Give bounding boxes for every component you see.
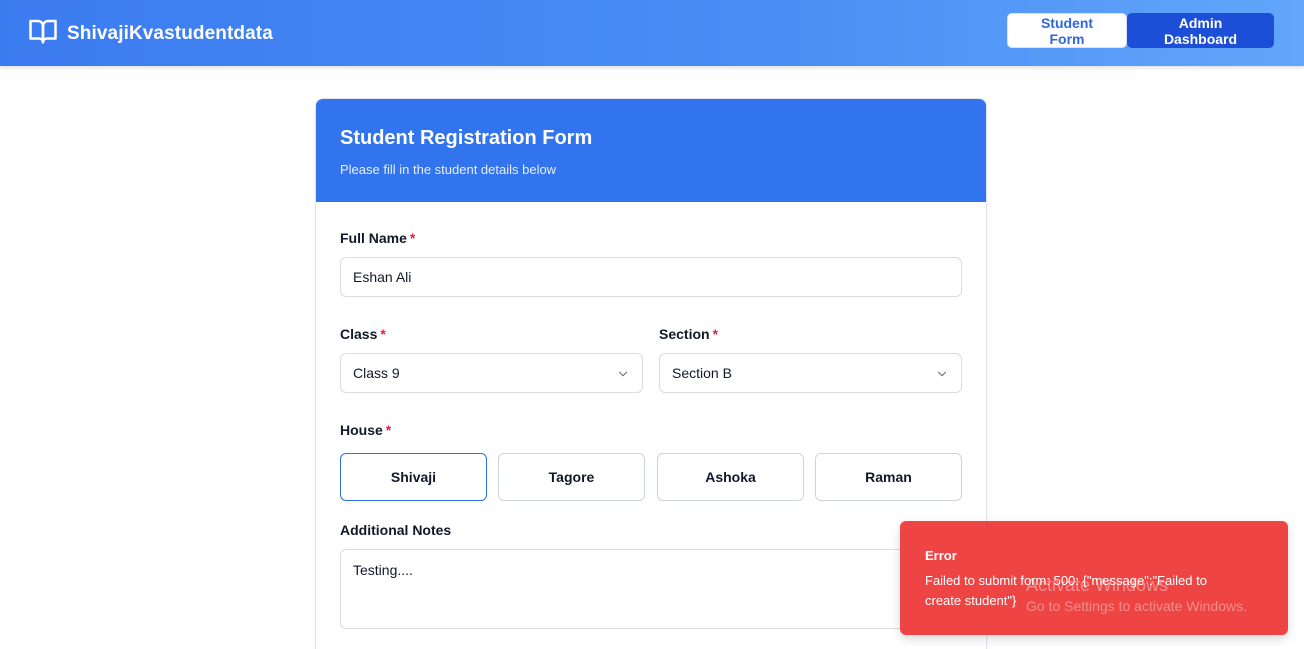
notes-value: Testing....	[353, 562, 413, 578]
section-select[interactable]: Section B	[659, 353, 962, 393]
section-label-text: Section	[659, 326, 710, 342]
house-option-tagore[interactable]: Tagore	[498, 453, 645, 501]
house-label-text: House	[340, 422, 383, 438]
class-value: Class 9	[353, 365, 400, 381]
activate-windows-subtitle: Go to Settings to activate Windows.	[1026, 598, 1247, 614]
open-book-icon	[28, 16, 58, 51]
chevron-down-icon	[618, 371, 628, 377]
class-label: Class *	[340, 326, 386, 342]
class-select[interactable]: Class 9	[340, 353, 643, 393]
class-label-text: Class	[340, 326, 378, 342]
form-subtitle: Please fill in the student details below	[340, 162, 557, 177]
full-name-value: Eshan Ali	[353, 269, 412, 285]
section-label: Section *	[659, 326, 718, 342]
brand[interactable]: ShivajiKvastudentdata	[28, 16, 273, 51]
student-form-button[interactable]: Student Form	[1007, 13, 1127, 48]
form-title: Student Registration Form	[340, 127, 593, 149]
brand-name: ShivajiKvastudentdata	[67, 22, 273, 44]
admin-dashboard-button[interactable]: Admin Dashboard	[1127, 13, 1274, 48]
required-marker: *	[380, 326, 386, 342]
notes-label: Additional Notes	[340, 522, 452, 538]
section-value: Section B	[672, 365, 732, 381]
required-marker: *	[385, 422, 392, 438]
notes-textarea[interactable]: Testing....	[340, 549, 962, 629]
house-option-shivaji[interactable]: Shivaji	[340, 453, 487, 501]
required-marker: *	[712, 326, 719, 342]
house-label: House *	[340, 422, 391, 438]
full-name-label: Full Name *	[340, 230, 415, 246]
required-marker: *	[409, 230, 416, 246]
card-header: Student Registration Form Please fill in…	[316, 99, 986, 202]
toast-title: Error	[925, 548, 957, 563]
full-name-label-text: Full Name	[340, 230, 407, 246]
nav-buttons: Student Form Admin Dashboard	[1007, 13, 1274, 48]
full-name-input[interactable]: Eshan Ali	[340, 257, 962, 297]
activate-windows-watermark: Activate Windows	[1026, 575, 1169, 595]
house-option-raman[interactable]: Raman	[815, 453, 962, 501]
top-navbar: ShivajiKvastudentdata Student Form Admin…	[0, 0, 1304, 66]
chevron-down-icon	[937, 371, 947, 377]
house-option-ashoka[interactable]: Ashoka	[657, 453, 804, 501]
